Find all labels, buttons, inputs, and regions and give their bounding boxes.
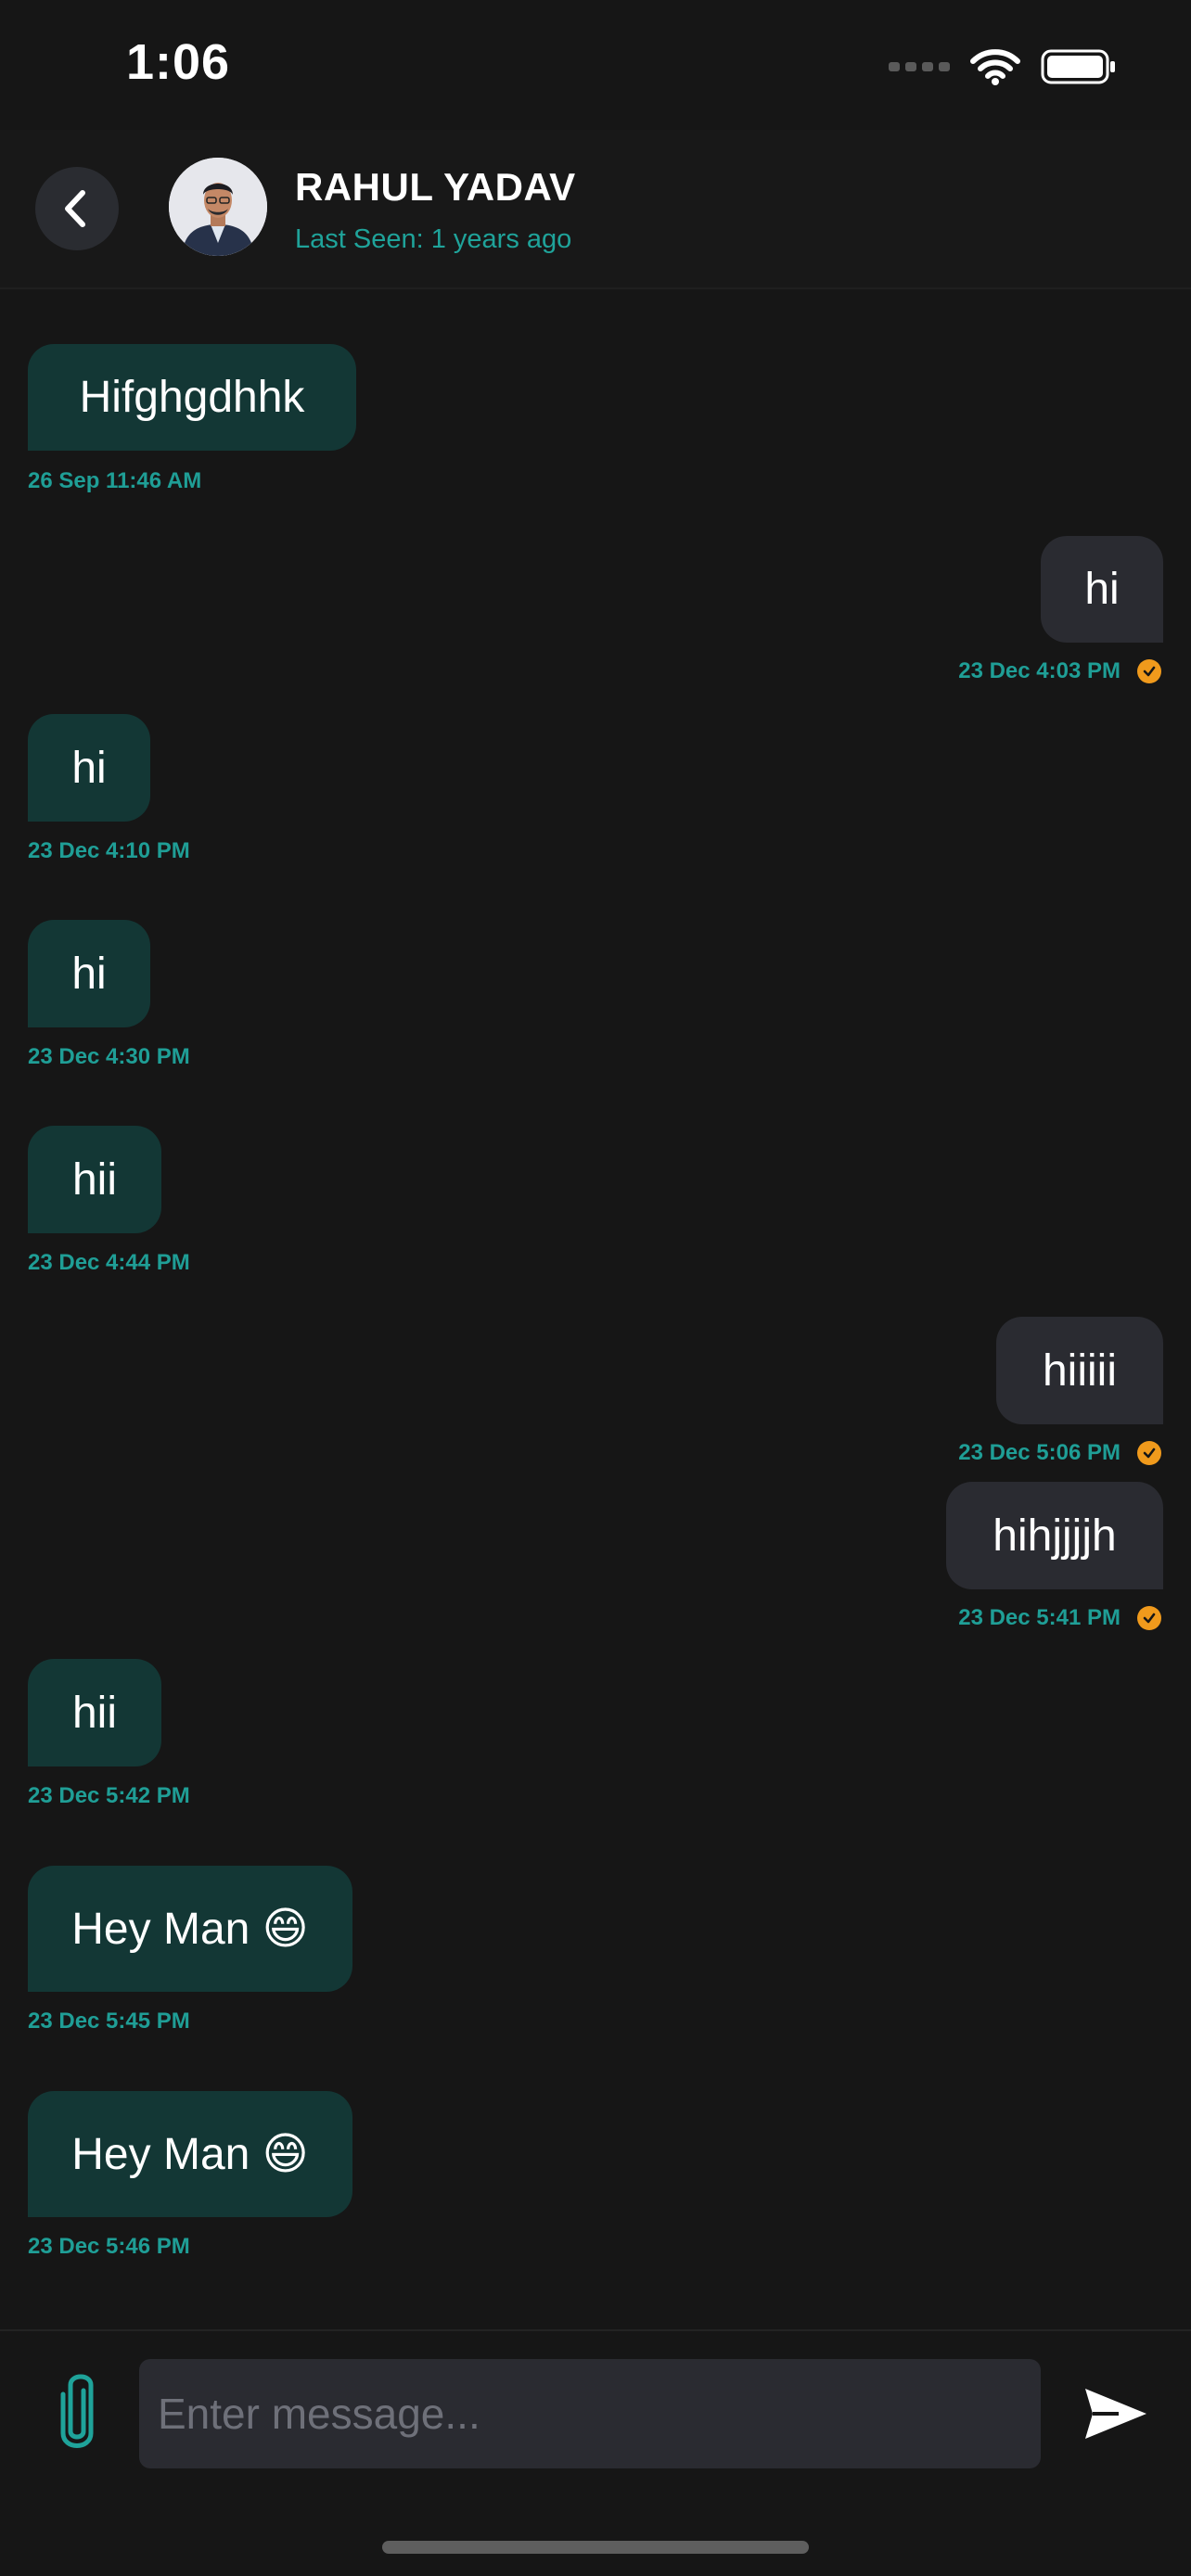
message-timestamp: 23 Dec 4:30 PM xyxy=(28,1044,190,1069)
outgoing-meta: 23 Dec 5:06 PM xyxy=(958,1440,1161,1466)
outgoing-message-bubble[interactable]: hiiiii xyxy=(996,1317,1163,1424)
profile-photo xyxy=(169,158,267,256)
incoming-message-bubble[interactable]: hi xyxy=(28,714,150,822)
outgoing-meta: 23 Dec 5:41 PM xyxy=(958,1605,1161,1631)
chevron-left-icon xyxy=(65,190,85,227)
check-circle-icon xyxy=(1137,1441,1161,1465)
wifi-icon xyxy=(970,49,1020,85)
battery-icon xyxy=(1041,49,1115,84)
contact-name: RAHUL YADAV xyxy=(295,165,576,209)
attach-button[interactable] xyxy=(52,2370,102,2454)
paperclip-icon xyxy=(60,2374,94,2448)
message-timestamp: 23 Dec 5:45 PM xyxy=(28,2009,190,2034)
back-button[interactable] xyxy=(35,167,119,250)
status-icons xyxy=(889,45,1117,89)
check-circle-icon xyxy=(1137,659,1161,683)
cellular-signal-icon xyxy=(889,62,950,71)
message-timestamp: 23 Dec 5:41 PM xyxy=(958,1605,1121,1630)
send-button[interactable] xyxy=(1082,2379,1150,2448)
incoming-message-bubble[interactable]: hi xyxy=(28,920,150,1027)
message-timestamp: 23 Dec 4:44 PM xyxy=(28,1250,190,1275)
message-timestamp: 23 Dec 5:42 PM xyxy=(28,1783,190,1808)
status-time: 1:06 xyxy=(126,34,231,90)
message-input[interactable] xyxy=(139,2359,1041,2468)
outgoing-message-bubble[interactable]: hi xyxy=(1041,536,1163,643)
incoming-message-bubble[interactable]: hii xyxy=(28,1126,161,1233)
outgoing-message-bubble[interactable]: hihjjjjh xyxy=(946,1482,1163,1589)
last-seen-status: Last Seen: 1 years ago xyxy=(295,224,572,254)
incoming-message-bubble[interactable]: hii xyxy=(28,1659,161,1766)
incoming-message-bubble[interactable]: Hifghgdhhk xyxy=(28,344,356,451)
contact-avatar[interactable] xyxy=(169,158,267,256)
message-composer xyxy=(0,2329,1191,2576)
chat-screen: 1:06 RAHUL YADAV Last Seen: 1 years ago … xyxy=(0,0,1191,2576)
outgoing-meta: 23 Dec 4:03 PM xyxy=(958,658,1161,684)
send-icon xyxy=(1085,2389,1146,2439)
incoming-message-bubble[interactable]: Hey Man 😄 xyxy=(28,2091,352,2217)
home-indicator xyxy=(382,2541,809,2554)
message-timestamp: 23 Dec 4:10 PM xyxy=(28,838,190,863)
message-timestamp: 23 Dec 5:06 PM xyxy=(958,1440,1121,1465)
message-timestamp: 23 Dec 5:46 PM xyxy=(28,2234,190,2259)
chat-header: RAHUL YADAV Last Seen: 1 years ago xyxy=(0,130,1191,289)
incoming-message-bubble[interactable]: Hey Man 😄 xyxy=(28,1866,352,1992)
message-timestamp: 26 Sep 11:46 AM xyxy=(28,468,202,493)
message-timestamp: 23 Dec 4:03 PM xyxy=(958,658,1121,683)
check-circle-icon xyxy=(1137,1606,1161,1630)
